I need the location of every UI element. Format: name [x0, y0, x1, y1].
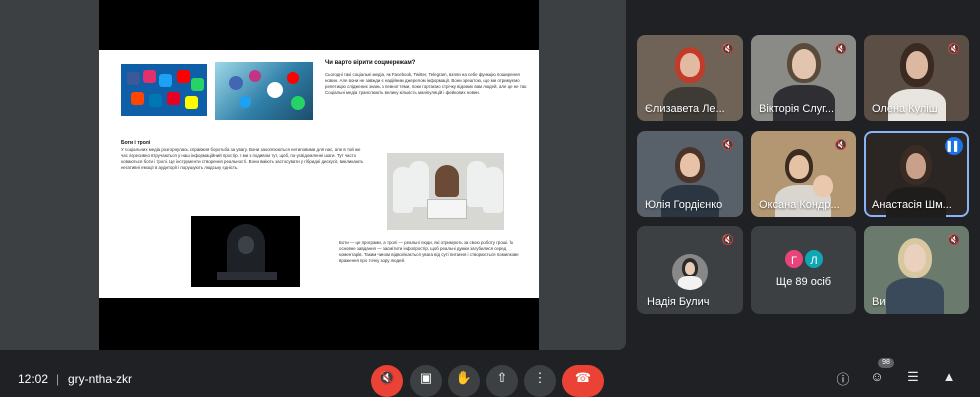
hang-up-icon: ☎	[574, 370, 592, 385]
present-icon: ⇧	[496, 370, 508, 385]
slide-paragraph-1: Сьогодні такі соціальні медіа, як Facebo…	[325, 72, 528, 95]
slide-heading-bots: Боти і тролі	[121, 140, 151, 146]
avatar	[672, 254, 708, 290]
more-options-button[interactable]: ⋮	[524, 365, 556, 397]
slide-paragraph-2: У соціальних медіа розгорнулась справжня…	[121, 147, 364, 170]
slide-paragraph-3: Боти — це програми, а тролі — реальні лю…	[339, 240, 519, 263]
avatar: Л	[803, 248, 825, 270]
presentation-area: Чи варто вірити соцмережам? Сьогодні так…	[99, 0, 539, 350]
activities-button[interactable]: ▲	[940, 369, 958, 387]
participant-name: Єлизавета Ле...	[645, 103, 725, 115]
participant-tile[interactable]: 🔇 Олена Куліш	[864, 35, 969, 121]
mic-off-icon: 🔇	[721, 235, 735, 246]
bottom-bar: 12:02 | gry-ntha-zkr 🔇 ▣ ✋ ⇧ ⋮ ☎ ⓘ ☺ ☰ ▲	[0, 350, 980, 397]
chat-button[interactable]: ☰	[904, 369, 922, 387]
social-media-image	[121, 64, 207, 116]
self-tile[interactable]: 🔇 Ви	[864, 226, 969, 314]
participant-tile-speaking[interactable]: ▌▌ Анастасія Шм...	[864, 131, 969, 217]
people-count-badge: 98	[878, 358, 894, 368]
raise-hand-icon: ✋	[455, 370, 473, 385]
avatar: Г	[783, 248, 805, 270]
speaking-indicator-icon: ▌▌	[945, 137, 963, 155]
hacker-image	[191, 216, 300, 287]
chat-icon: ☰	[907, 369, 919, 384]
participant-name: Надія Булич	[647, 296, 710, 308]
raise-hand-button[interactable]: ✋	[448, 365, 480, 397]
info-button[interactable]: ⓘ	[834, 369, 852, 387]
participant-name: Анастасія Шм...	[872, 199, 952, 211]
people-button[interactable]: ☺	[868, 369, 886, 387]
mic-off-icon: 🔇	[721, 140, 735, 151]
mic-off-icon: 🔇	[834, 140, 848, 151]
participant-tile[interactable]: 🔇 Юлія Гордієнко	[637, 131, 743, 217]
mic-toggle-button[interactable]: 🔇	[371, 365, 403, 397]
more-options-icon: ⋮	[533, 370, 547, 385]
phone-apps-image	[215, 62, 313, 120]
activities-icon: ▲	[942, 369, 956, 384]
participant-tile[interactable]: 🔇 Надія Булич	[637, 226, 743, 314]
mic-off-icon: 🔇	[834, 44, 848, 55]
presentation-stage: Чи варто вірити соцмережам? Сьогодні так…	[0, 0, 626, 350]
separator: |	[56, 372, 60, 386]
present-button[interactable]: ⇧	[486, 365, 518, 397]
participant-name: Оксана Кондр...	[759, 199, 840, 211]
more-participants-tile[interactable]: Г Л Ще 89 осіб	[751, 226, 856, 314]
mic-off-icon: 🔇	[721, 44, 735, 55]
mic-off-icon: 🔇	[378, 370, 396, 385]
slide-title: Чи варто вірити соцмережам?	[325, 60, 416, 66]
hang-up-button[interactable]: ☎	[562, 365, 604, 397]
participant-name: Олена Куліш	[872, 103, 938, 115]
mic-off-icon: 🔇	[947, 235, 961, 246]
more-participants-label: Ще 89 осіб	[775, 276, 832, 288]
slide: Чи варто вірити соцмережам? Сьогодні так…	[99, 50, 539, 298]
mic-off-icon: 🔇	[947, 44, 961, 55]
participant-name: Ви	[872, 296, 886, 308]
camera-toggle-button[interactable]: ▣	[410, 365, 442, 397]
participant-tile[interactable]: 🔇 Вікторія Слуг...	[751, 35, 856, 121]
meeting-code: gry-ntha-zkr	[68, 372, 133, 386]
meeting-time: 12:02	[18, 372, 49, 386]
robots-image	[387, 153, 504, 230]
people-icon: ☺	[870, 369, 884, 384]
participant-name: Юлія Гордієнко	[645, 199, 723, 211]
participant-tile[interactable]: 🔇 Єлизавета Ле...	[637, 35, 743, 121]
participant-tile[interactable]: 🔇 Оксана Кондр...	[751, 131, 856, 217]
camera-icon: ▣	[419, 370, 433, 385]
participant-name: Вікторія Слуг...	[759, 103, 835, 115]
